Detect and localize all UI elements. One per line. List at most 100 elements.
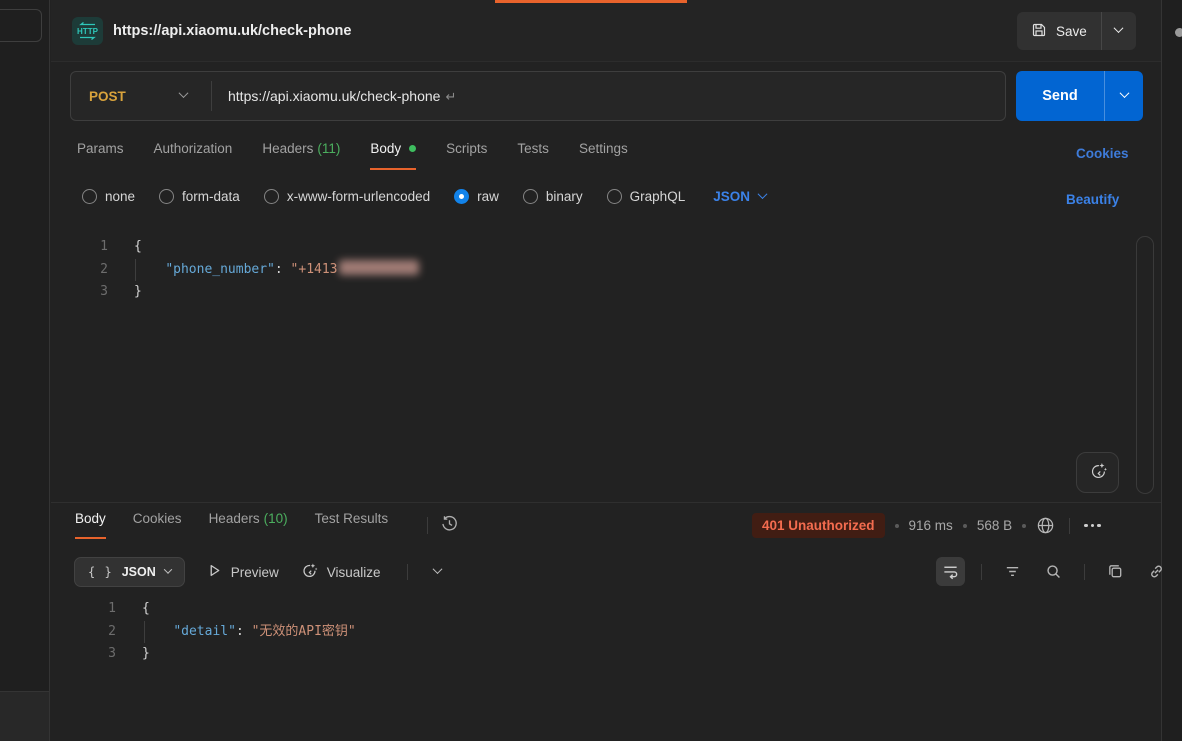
body-type-label: raw xyxy=(477,189,499,204)
indent-guide xyxy=(144,621,145,643)
tab-authorization[interactable]: Authorization xyxy=(154,141,233,170)
method-label: POST xyxy=(89,89,126,104)
radio-selected-icon xyxy=(454,189,469,204)
response-tab-test-results[interactable]: Test Results xyxy=(315,511,389,539)
tab-headers[interactable]: Headers(11) xyxy=(262,141,340,170)
divider xyxy=(981,564,982,580)
link-button[interactable] xyxy=(1142,557,1171,586)
network-globe-icon[interactable] xyxy=(1036,516,1055,535)
response-history-button[interactable] xyxy=(438,514,460,536)
more-options-icon[interactable] xyxy=(1084,524,1101,528)
radio-icon xyxy=(264,189,279,204)
line-number: 3 xyxy=(51,281,108,304)
history-clock-icon xyxy=(440,514,459,536)
code-line: 3 } xyxy=(51,281,419,304)
body-type-none[interactable]: none xyxy=(82,189,135,204)
tab-label: Headers xyxy=(262,141,313,156)
cookies-link[interactable]: Cookies xyxy=(1076,146,1129,161)
copy-button[interactable] xyxy=(1101,557,1130,586)
visualize-label: Visualize xyxy=(327,565,381,580)
raw-format-value: JSON xyxy=(713,189,750,204)
code-token: } xyxy=(142,646,150,661)
postbot-sparkle-icon xyxy=(1088,461,1108,484)
postbot-ai-button[interactable] xyxy=(1076,452,1119,493)
redacted-phone-number xyxy=(339,260,419,275)
preview-play-icon xyxy=(207,563,222,581)
tab-body[interactable]: Body xyxy=(370,141,416,170)
code-token: } xyxy=(134,284,142,299)
line-number: 3 xyxy=(51,643,116,666)
response-format-select[interactable]: { } JSON xyxy=(74,557,185,587)
response-tab-headers[interactable]: Headers(10) xyxy=(209,511,288,539)
radio-icon xyxy=(82,189,97,204)
sidebar-bottom-bar xyxy=(0,691,49,741)
tab-scripts[interactable]: Scripts xyxy=(446,141,487,170)
response-toolbar: { } JSON Preview Visualize xyxy=(74,557,441,587)
tab-label: Tests xyxy=(517,141,549,156)
search-button[interactable] xyxy=(1039,557,1068,586)
body-type-urlencoded[interactable]: x-www-form-urlencoded xyxy=(264,189,430,204)
visualize-button[interactable]: Visualize xyxy=(301,562,381,582)
tab-tests[interactable]: Tests xyxy=(517,141,549,170)
chevron-down-icon xyxy=(1114,23,1124,33)
raw-format-select[interactable]: JSON xyxy=(713,189,766,204)
editor-scrollbar[interactable] xyxy=(1136,236,1154,494)
send-button[interactable]: Send xyxy=(1016,71,1105,121)
response-time[interactable]: 916 ms xyxy=(909,518,953,533)
body-type-graphql[interactable]: GraphQL xyxy=(607,189,686,204)
body-type-label: x-www-form-urlencoded xyxy=(287,189,430,204)
body-type-label: form-data xyxy=(182,189,240,204)
radio-icon xyxy=(159,189,174,204)
chevron-down-icon xyxy=(1119,88,1129,98)
body-type-raw[interactable]: raw xyxy=(454,189,499,204)
request-body-editor[interactable]: 1 { 2 "phone_number": "+1413 3 } xyxy=(51,236,419,304)
chevron-down-icon[interactable] xyxy=(432,564,442,574)
line-number: 1 xyxy=(51,598,116,621)
response-body-editor[interactable]: 1 { 2 "detail": "无效的API密钥" 3 } xyxy=(51,598,356,666)
indent-guide xyxy=(135,259,136,281)
body-type-form-data[interactable]: form-data xyxy=(159,189,240,204)
code-token: { xyxy=(134,239,142,254)
api-client-window: HTTP https://api.xiaomu.uk/check-phone S… xyxy=(0,0,1182,741)
tab-label: Cookies xyxy=(133,511,182,526)
body-type-binary[interactable]: binary xyxy=(523,189,583,204)
beautify-link[interactable]: Beautify xyxy=(1066,192,1119,207)
dot-separator xyxy=(895,524,899,528)
tab-label: Authorization xyxy=(154,141,233,156)
response-size[interactable]: 568 B xyxy=(977,518,1012,533)
status-badge[interactable]: 401 Unauthorized xyxy=(752,513,885,538)
request-tab-title: https://api.xiaomu.uk/check-phone xyxy=(113,23,351,39)
tab-params[interactable]: Params xyxy=(77,141,124,170)
radio-icon xyxy=(607,189,622,204)
preview-button[interactable]: Preview xyxy=(207,563,279,581)
request-tabs: Params Authorization Headers(11) Body Sc… xyxy=(77,141,628,170)
tab-settings[interactable]: Settings xyxy=(579,141,628,170)
line-number: 2 xyxy=(51,259,108,282)
save-options-button[interactable] xyxy=(1102,12,1136,50)
send-options-button[interactable] xyxy=(1105,71,1143,121)
json-value: "无效的API密钥" xyxy=(252,624,356,639)
word-wrap-button[interactable] xyxy=(936,557,965,586)
body-type-bar: none form-data x-www-form-urlencoded raw… xyxy=(82,189,766,204)
response-tab-cookies[interactable]: Cookies xyxy=(133,511,182,539)
response-tabs: Body Cookies Headers(10) Test Results xyxy=(75,511,388,539)
dot-separator xyxy=(1022,524,1026,528)
headers-count-badge: (10) xyxy=(264,511,288,526)
filter-button[interactable] xyxy=(998,557,1027,586)
braces-icon: { } xyxy=(88,565,113,579)
url-input[interactable]: https://api.xiaomu.uk/check-phone↵ xyxy=(212,88,456,105)
url-newline-glyph: ↵ xyxy=(445,89,456,104)
body-type-label: none xyxy=(105,189,135,204)
code-line: 1 { xyxy=(51,598,356,621)
save-button[interactable]: Save xyxy=(1017,12,1102,50)
code-token: : xyxy=(275,262,291,277)
response-tab-body[interactable]: Body xyxy=(75,511,106,539)
pane-divider[interactable] xyxy=(51,502,1161,503)
response-view-icons xyxy=(936,557,1171,586)
divider xyxy=(427,517,428,534)
method-selector[interactable]: POST xyxy=(71,89,211,104)
save-icon xyxy=(1031,22,1047,41)
sidebar-partial-tab[interactable] xyxy=(0,9,42,42)
code-token: : xyxy=(236,624,252,639)
svg-text:HTTP: HTTP xyxy=(77,27,99,36)
